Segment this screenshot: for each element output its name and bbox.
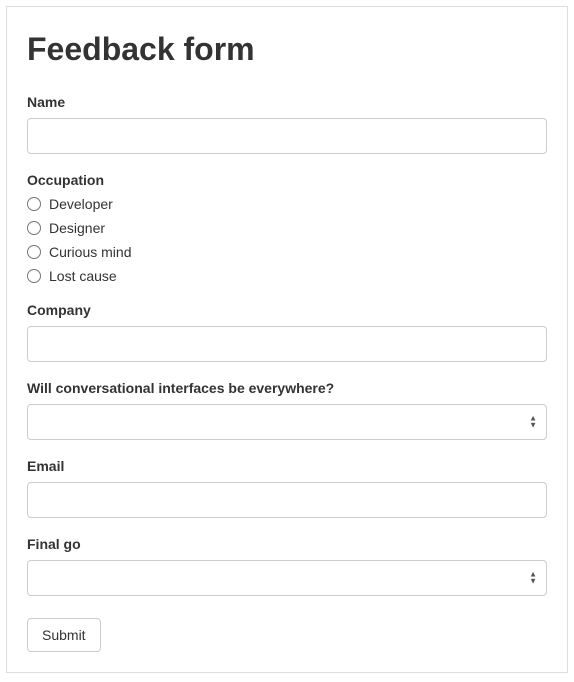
occupation-radio-group: Developer Designer Curious mind Lost cau…: [27, 196, 547, 284]
radio-item: Curious mind: [27, 244, 547, 260]
finalgo-select[interactable]: [27, 560, 547, 596]
question-select-wrap: ▲▼: [27, 404, 547, 440]
finalgo-label: Final go: [27, 536, 547, 552]
company-label: Company: [27, 302, 547, 318]
company-input[interactable]: [27, 326, 547, 362]
question-select[interactable]: [27, 404, 547, 440]
name-label: Name: [27, 94, 547, 110]
email-input[interactable]: [27, 482, 547, 518]
radio-developer[interactable]: [27, 197, 41, 211]
radio-item: Designer: [27, 220, 547, 236]
form-title: Feedback form: [27, 31, 547, 68]
radio-item: Lost cause: [27, 268, 547, 284]
question-group: Will conversational interfaces be everyw…: [27, 380, 547, 440]
finalgo-select-wrap: ▲▼: [27, 560, 547, 596]
radio-curious-mind[interactable]: [27, 245, 41, 259]
name-input[interactable]: [27, 118, 547, 154]
email-label: Email: [27, 458, 547, 474]
finalgo-group: Final go ▲▼: [27, 536, 547, 596]
radio-label: Developer: [49, 196, 113, 212]
feedback-form-container: Feedback form Name Occupation Developer …: [6, 6, 568, 673]
company-group: Company: [27, 302, 547, 362]
name-group: Name: [27, 94, 547, 154]
radio-label: Lost cause: [49, 268, 117, 284]
radio-lost-cause[interactable]: [27, 269, 41, 283]
question-label: Will conversational interfaces be everyw…: [27, 380, 547, 396]
occupation-label: Occupation: [27, 172, 547, 188]
submit-button[interactable]: Submit: [27, 618, 101, 652]
email-group: Email: [27, 458, 547, 518]
radio-label: Designer: [49, 220, 105, 236]
radio-label: Curious mind: [49, 244, 131, 260]
radio-item: Developer: [27, 196, 547, 212]
radio-designer[interactable]: [27, 221, 41, 235]
occupation-group: Occupation Developer Designer Curious mi…: [27, 172, 547, 284]
